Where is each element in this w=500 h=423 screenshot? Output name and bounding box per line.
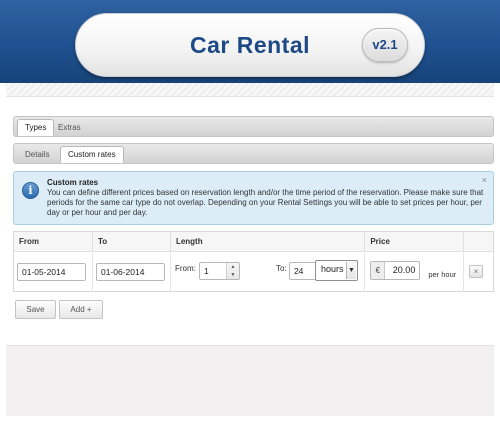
table-row: 01-05-2014 01-06-2014 From: 1 ▲ ▼ To: 24 — [13, 251, 494, 292]
info-icon: i — [22, 182, 39, 199]
length-from-stepper[interactable]: 1 ▲ ▼ — [198, 262, 240, 280]
tab-custom-rates[interactable]: Custom rates — [60, 146, 124, 163]
column-header-from: From — [13, 231, 93, 252]
length-from-label: From: — [174, 264, 196, 273]
actions-cell: × — [464, 252, 494, 292]
length-from-value: 1 — [203, 266, 209, 276]
sub-tabbar: Details Custom rates — [13, 143, 494, 164]
length-cell: From: 1 ▲ ▼ To: 24 ▲ ▼ ho — [170, 251, 366, 292]
footer-area — [6, 345, 494, 416]
stepper-arrows[interactable]: ▲ ▼ — [225, 263, 239, 279]
length-to-label: To: — [275, 264, 287, 273]
app-header: Car Rental v2.1 — [0, 0, 500, 83]
tab-details[interactable]: Details — [17, 146, 57, 163]
version-badge: v2.1 — [362, 28, 408, 62]
price-input[interactable]: 20.00 — [393, 262, 416, 279]
column-header-length: Length — [170, 231, 366, 252]
table-header-row: From To Length Price — [13, 231, 494, 252]
from-date-input[interactable]: 01-05-2014 — [17, 262, 86, 281]
custom-rates-table: From To Length Price 01-05-2014 01-06-20… — [13, 231, 494, 292]
tab-extras[interactable]: Extras — [50, 119, 89, 136]
currency-addon: € — [371, 262, 386, 279]
info-title: Custom rates — [47, 178, 99, 187]
close-icon: × — [473, 267, 479, 276]
to-date-input[interactable]: 01-06-2014 — [95, 262, 165, 281]
price-input-group[interactable]: € 20.00 — [370, 261, 421, 280]
info-box: i Custom rates You can define different … — [13, 171, 494, 225]
save-button[interactable]: Save — [15, 300, 56, 319]
chevron-down-icon[interactable]: ▼ — [227, 271, 239, 279]
main-content: Types Extras Details Custom rates i Cust… — [6, 97, 494, 339]
main-tabbar: Types Extras — [13, 116, 494, 137]
chevron-up-icon[interactable]: ▲ — [227, 263, 239, 271]
info-text: You can define different prices based on… — [47, 188, 484, 217]
tab-types[interactable]: Types — [17, 119, 55, 136]
column-header-price: Price — [364, 231, 465, 252]
unit-select[interactable]: hours ▼ — [314, 260, 358, 281]
logo-banner: Car Rental v2.1 — [75, 13, 425, 77]
remove-row-button[interactable]: × — [469, 265, 484, 278]
column-header-actions — [463, 231, 494, 252]
price-cell: € 20.00 per hour — [364, 251, 465, 292]
price-unit-label: per hour — [428, 270, 457, 279]
unit-select-value: hours — [320, 264, 344, 274]
close-icon[interactable]: × — [482, 175, 487, 185]
header-stripe-divider — [6, 83, 494, 97]
add-button[interactable]: Add + — [59, 300, 103, 319]
chevron-down-icon[interactable]: ▼ — [345, 262, 356, 279]
to-cell: 01-06-2014 — [92, 251, 171, 292]
length-to-value: 24 — [293, 266, 304, 276]
column-header-to: To — [92, 231, 171, 252]
from-cell: 01-05-2014 — [13, 251, 93, 292]
